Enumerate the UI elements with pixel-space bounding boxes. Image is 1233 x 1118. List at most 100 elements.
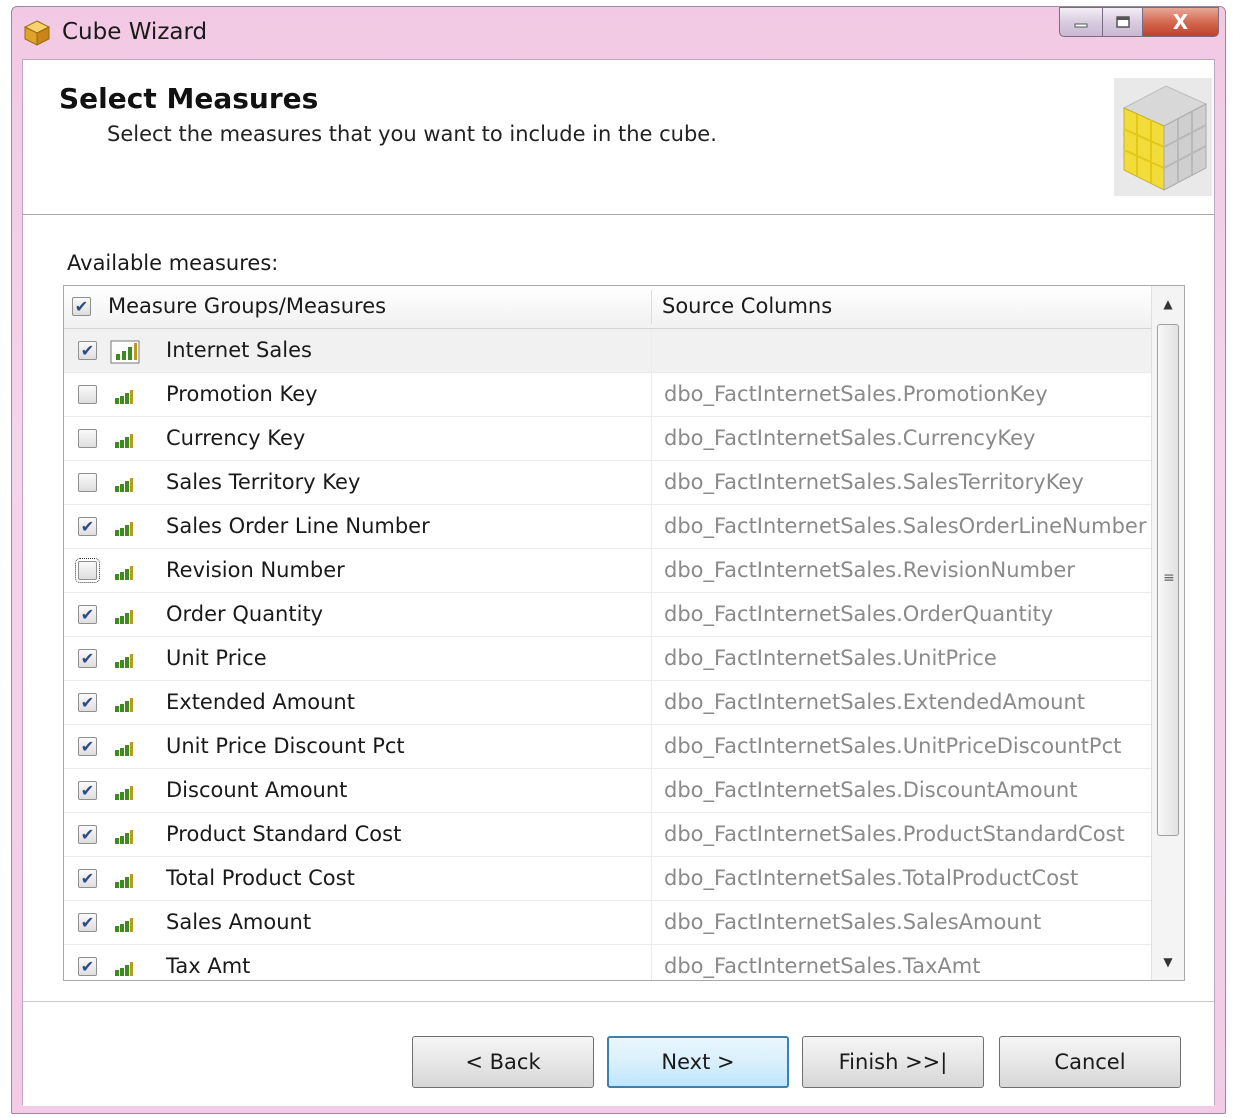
measure-name: Discount Amount [166, 778, 348, 802]
measure-checkbox[interactable]: ✔ [78, 693, 97, 712]
measure-row[interactable]: ✔ Order Quantity dbo_FactInternetSales.Ord… [64, 593, 1152, 637]
back-button[interactable]: < Back [412, 1036, 594, 1088]
measure-row[interactable]: ✔ Unit Price dbo_FactInternetSales.UnitPri… [64, 637, 1152, 681]
source-column: dbo_FactInternetSales.ExtendedAmount [664, 690, 1086, 714]
measure-row[interactable]: Sales Territory Key dbo_FactInternetSales… [64, 461, 1152, 505]
measure-group-icon [110, 340, 140, 364]
measure-checkbox[interactable]: ✔ [78, 341, 97, 360]
measure-row[interactable]: ✔ Sales Amount dbo_FactInternetSales.Sales… [64, 901, 1152, 945]
cell-divider [651, 901, 652, 945]
select-all-checkbox[interactable]: ✔ [72, 297, 91, 316]
window-controls: X [1059, 7, 1219, 39]
measure-checkbox[interactable] [78, 429, 97, 448]
column-divider[interactable] [651, 290, 652, 324]
measure-checkbox[interactable]: ✔ [78, 649, 97, 668]
cell-divider [651, 417, 652, 461]
vertical-scrollbar[interactable]: ▲ ≡ ▼ [1151, 286, 1184, 980]
measure-icon [115, 830, 133, 844]
measure-row[interactable]: Revision Number dbo_FactInternetSales.Rev… [64, 549, 1152, 593]
source-column: dbo_FactInternetSales.RevisionNumber [664, 558, 1075, 582]
measure-icon [115, 654, 133, 668]
cell-divider [651, 769, 652, 813]
cell-divider [651, 593, 652, 637]
source-column: dbo_FactInternetSales.PromotionKey [664, 382, 1048, 406]
measure-icon [115, 478, 133, 492]
measure-checkbox[interactable]: ✔ [78, 781, 97, 800]
measure-row[interactable]: ✔ Sales Order Line Number dbo_FactInternet… [64, 505, 1152, 549]
measure-name: Unit Price [166, 646, 267, 670]
source-column: dbo_FactInternetSales.DiscountAmount [664, 778, 1078, 802]
scrollbar-thumb[interactable]: ≡ [1157, 324, 1179, 836]
measure-row[interactable]: ✔ Extended Amount dbo_FactInternetSales.Ex… [64, 681, 1152, 725]
measure-row[interactable]: ✔ Discount Amount dbo_FactInternetSales.Di… [64, 769, 1152, 813]
wizard-client-area: Select Measures Select the measures that… [22, 59, 1215, 1106]
source-column: dbo_FactInternetSales.CurrencyKey [664, 426, 1036, 450]
measure-name: Currency Key [166, 426, 306, 450]
wizard-footer: < Back Next > Finish >>| Cancel [23, 1002, 1214, 1106]
measure-row[interactable]: ✔ Tax Amt dbo_FactInternetSales.TaxAmt [64, 945, 1152, 980]
close-icon: X [1172, 10, 1189, 34]
measure-checkbox[interactable]: ✔ [78, 737, 97, 756]
page-title: Select Measures [59, 82, 319, 115]
next-button[interactable]: Next > [607, 1036, 789, 1088]
measure-name: Revision Number [166, 558, 345, 582]
source-column: dbo_FactInternetSales.SalesTerritoryKey [664, 470, 1084, 494]
measure-name: Order Quantity [166, 602, 324, 626]
minimize-button[interactable] [1059, 7, 1103, 37]
measure-checkbox[interactable] [75, 558, 100, 583]
measure-checkbox[interactable]: ✔ [78, 605, 97, 624]
maximize-button[interactable] [1103, 7, 1143, 37]
page-subtitle: Select the measures that you want to inc… [107, 122, 717, 146]
measure-checkbox[interactable] [78, 473, 97, 492]
close-button[interactable]: X [1143, 7, 1219, 37]
cell-divider [651, 549, 652, 593]
measure-name: Promotion Key [166, 382, 318, 406]
column-header-source[interactable]: Source Columns [662, 294, 832, 318]
measure-icon [115, 874, 133, 888]
maximize-icon [1115, 16, 1130, 28]
measure-row[interactable]: Promotion Key dbo_FactInternetSales.Promo… [64, 373, 1152, 417]
scroll-up-arrow-icon[interactable]: ▲ [1152, 286, 1184, 322]
source-column: dbo_FactInternetSales.OrderQuantity [664, 602, 1054, 626]
measure-name: Total Product Cost [166, 866, 355, 890]
cube-banner-icon [1114, 78, 1212, 196]
available-measures-label: Available measures: [67, 251, 279, 275]
cube-app-icon [24, 20, 50, 46]
source-column: dbo_FactInternetSales.SalesAmount [664, 910, 1042, 934]
cell-divider [651, 725, 652, 769]
finish-button[interactable]: Finish >>| [802, 1036, 984, 1088]
measure-checkbox[interactable] [78, 385, 97, 404]
measure-name: Sales Order Line Number [166, 514, 430, 538]
measure-row[interactable]: ✔ Total Product Cost dbo_FactInternetSales… [64, 857, 1152, 901]
cancel-button[interactable]: Cancel [999, 1036, 1181, 1088]
measure-checkbox[interactable]: ✔ [78, 913, 97, 932]
measure-icon [115, 698, 133, 712]
measure-checkbox[interactable]: ✔ [78, 957, 97, 976]
source-column: dbo_FactInternetSales.UnitPrice [664, 646, 997, 670]
measure-name: Product Standard Cost [166, 822, 402, 846]
measure-icon [115, 434, 133, 448]
measure-name: Sales Territory Key [166, 470, 361, 494]
measure-icon [115, 390, 133, 404]
source-column: dbo_FactInternetSales.TaxAmt [664, 954, 981, 978]
source-column: dbo_FactInternetSales.TotalProductCost [664, 866, 1079, 890]
window-title: Cube Wizard [62, 19, 208, 45]
measure-checkbox[interactable]: ✔ [78, 869, 97, 888]
column-header-measures[interactable]: Measure Groups/Measures [108, 294, 386, 318]
cell-divider [651, 373, 652, 417]
grip-icon: ≡ [1163, 570, 1175, 586]
measure-icon [115, 522, 133, 536]
measure-icon [115, 742, 133, 756]
measure-row[interactable]: Currency Key dbo_FactInternetSales.Curren… [64, 417, 1152, 461]
title-bar[interactable]: Cube Wizard X [12, 7, 1225, 57]
cell-divider [651, 637, 652, 681]
cell-divider [651, 329, 652, 373]
wizard-body: Available measures: ✔ Measure Groups/Mea… [23, 215, 1214, 1002]
scroll-down-arrow-icon[interactable]: ▼ [1152, 944, 1184, 980]
measure-icon [115, 566, 133, 580]
measure-group-row[interactable]: ✔ Internet Sales [64, 329, 1152, 373]
measure-checkbox[interactable]: ✔ [78, 517, 97, 536]
measure-row[interactable]: ✔ Product Standard Cost dbo_FactInternetSa… [64, 813, 1152, 857]
measure-checkbox[interactable]: ✔ [78, 825, 97, 844]
measure-row[interactable]: ✔ Unit Price Discount Pct dbo_FactInternet… [64, 725, 1152, 769]
